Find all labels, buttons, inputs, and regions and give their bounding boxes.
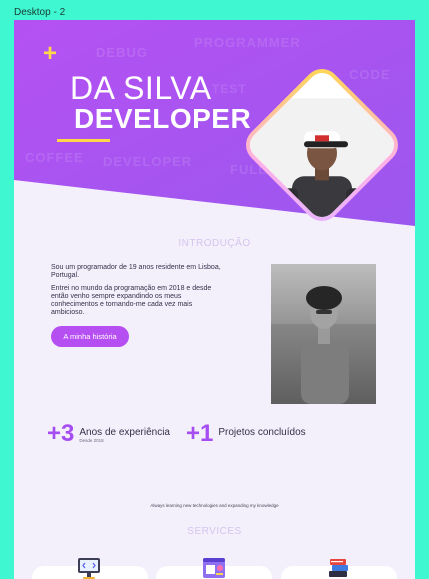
stat-projects-number: +1 bbox=[186, 420, 214, 447]
stat-experience-sub: Desde 2018 bbox=[79, 438, 104, 443]
tagline: Always learning new technologies and exp… bbox=[150, 503, 279, 508]
bg-word-test: TEST bbox=[212, 82, 247, 96]
monitor-code-icon bbox=[78, 558, 100, 579]
bg-word-developer: DEVELOPER bbox=[103, 154, 193, 169]
stat-projects: +1 Projetos concluídos bbox=[186, 422, 306, 446]
bg-word-debug: DEBUG bbox=[96, 45, 148, 60]
intro-title: INTRODUÇÃO bbox=[178, 238, 251, 249]
hero-underline bbox=[57, 139, 110, 142]
intro-paragraph-1: Sou um programador de 19 anos residente … bbox=[51, 264, 221, 279]
desktop-frame: DEBUG PROGRAMMER TEST CODE COFFEE DEVELO… bbox=[14, 20, 415, 579]
profile-photo bbox=[271, 264, 376, 404]
intro-text: Sou um programador de 19 anos residente … bbox=[51, 264, 221, 322]
books-icon bbox=[329, 559, 348, 577]
hero-section: DEBUG PROGRAMMER TEST CODE COFFEE DEVELO… bbox=[14, 20, 415, 230]
services-title: SERVICES bbox=[187, 526, 242, 537]
bg-word-code: CODE bbox=[349, 67, 391, 82]
frame-label: Desktop - 2 bbox=[14, 7, 66, 18]
stat-projects-label: Projetos concluídos bbox=[218, 427, 306, 438]
plus-decoration-icon: + bbox=[43, 40, 58, 67]
hero-title-name: DA SILVA bbox=[70, 70, 212, 106]
stat-experience-number: +3 bbox=[47, 420, 75, 447]
design-tools-icon bbox=[203, 558, 225, 578]
bg-word-coffee: COFFEE bbox=[25, 150, 84, 165]
hero-title-role: DEVELOPER bbox=[74, 103, 252, 134]
intro-paragraph-2: Entrei no mundo da programação em 2018 e… bbox=[51, 285, 212, 316]
my-story-button[interactable]: A minha história bbox=[51, 326, 129, 347]
stat-experience-label: Anos de experiência bbox=[79, 427, 170, 438]
bg-word-programmer: PROGRAMMER bbox=[194, 35, 301, 50]
stat-experience: +3 Anos de experiência Desde 2018 bbox=[47, 422, 170, 446]
